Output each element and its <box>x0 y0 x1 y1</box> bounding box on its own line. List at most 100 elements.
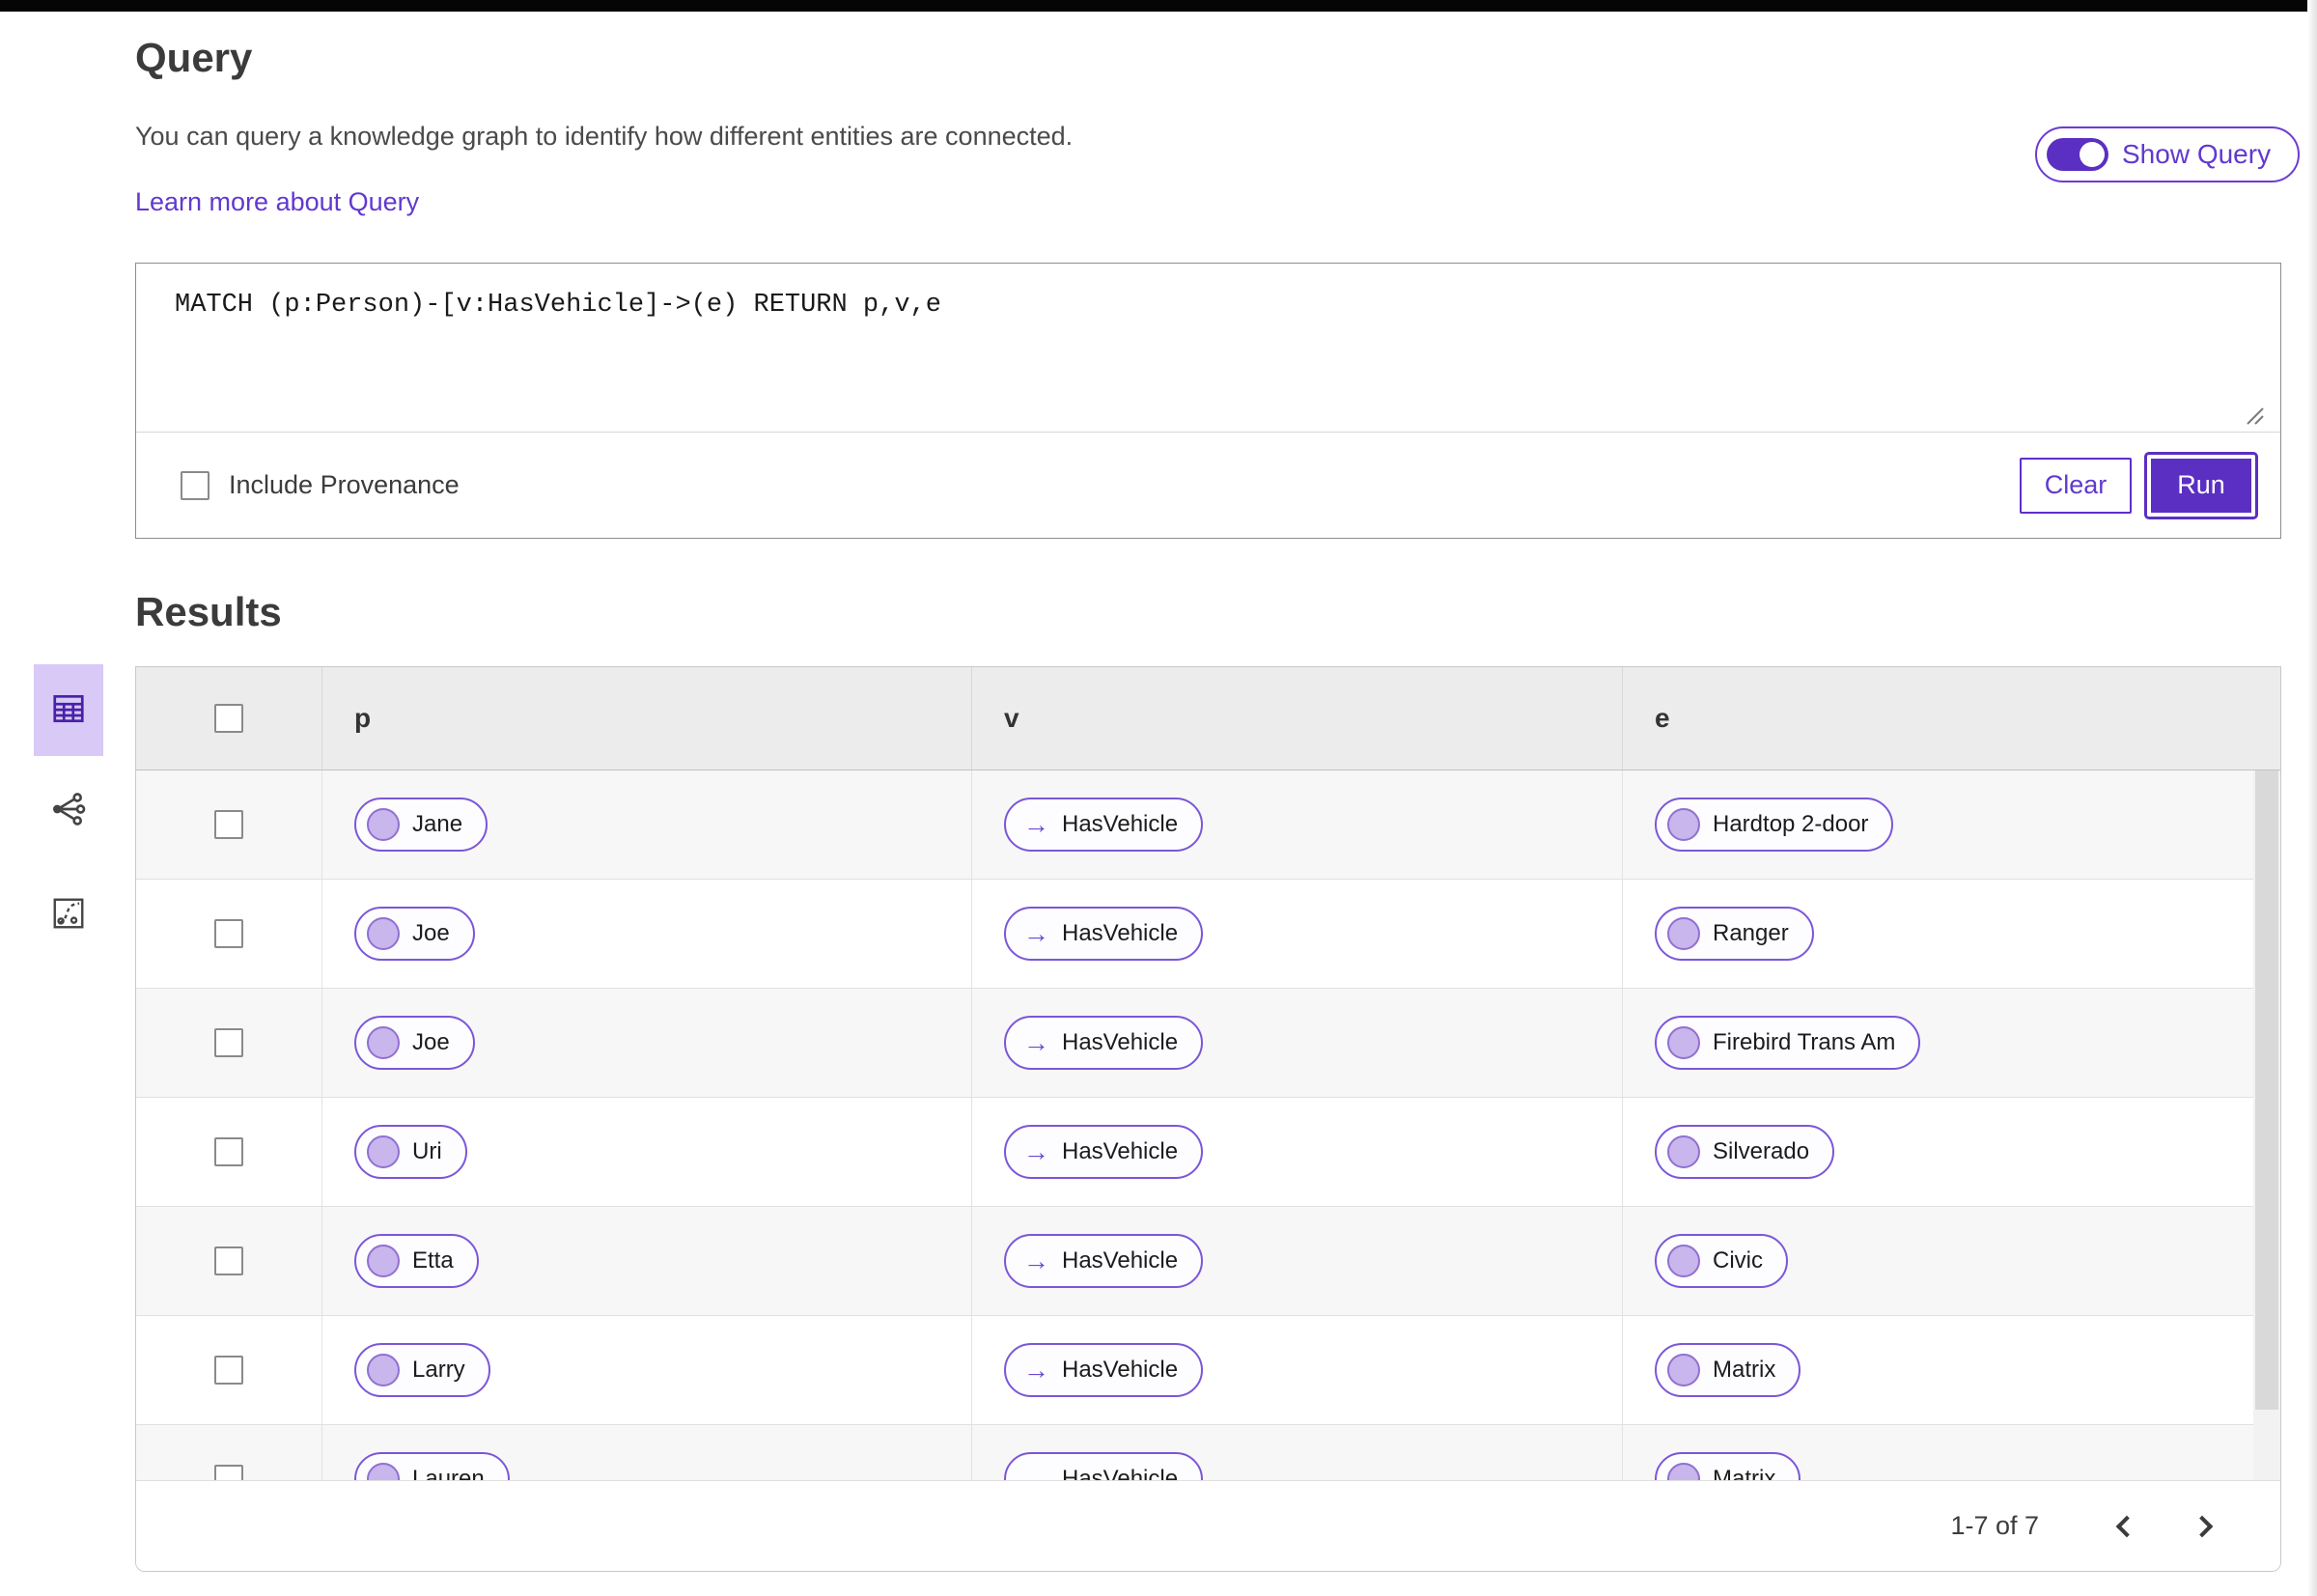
table-row: Joe → HasVehicle Firebird Trans Am <box>136 989 2280 1098</box>
edge-pill[interactable]: → HasVehicle <box>1004 798 1204 852</box>
next-page-button[interactable] <box>2178 1502 2226 1551</box>
table-row: Etta → HasVehicle Civic <box>136 1207 2280 1316</box>
table-icon <box>50 690 87 730</box>
node-pill[interactable]: Firebird Trans Am <box>1655 1016 1921 1070</box>
graph-view-button[interactable] <box>34 778 103 842</box>
node-pill[interactable]: Jane <box>354 798 489 852</box>
node-pill[interactable]: Etta <box>354 1234 479 1288</box>
table-header-row: p v e <box>136 667 2280 770</box>
results-title: Results <box>135 589 282 634</box>
table-row: Uri → HasVehicle Silverado <box>136 1098 2280 1207</box>
toggle-on-icon <box>2047 138 2108 171</box>
node-label: Larry <box>412 1357 465 1383</box>
run-button[interactable]: Run <box>2144 451 2258 519</box>
table-rows: Jane → HasVehicle Hardtop 2-door Joe → H… <box>136 770 2280 1480</box>
select-row-checkbox[interactable] <box>214 1028 243 1057</box>
edge-pill[interactable]: → HasVehicle <box>1004 1016 1204 1070</box>
node-pill[interactable]: Hardtop 2-door <box>1655 798 1894 852</box>
table-row: Joe → HasVehicle Ranger <box>136 880 2280 989</box>
table-row: Larry → HasVehicle Matrix <box>136 1316 2280 1425</box>
node-icon <box>1667 1135 1700 1168</box>
edge-label: HasVehicle <box>1062 1138 1179 1164</box>
chart-view-button[interactable] <box>34 881 103 948</box>
chevron-right-icon <box>2191 1515 2214 1537</box>
edge-pill[interactable]: → HasVehicle <box>1004 1452 1204 1480</box>
node-pill[interactable]: Lauren <box>354 1452 510 1480</box>
node-label: Joe <box>412 1029 450 1055</box>
include-provenance-label: Include Provenance <box>229 470 460 499</box>
select-row-checkbox[interactable] <box>214 1356 243 1385</box>
node-pill[interactable]: Joe <box>354 1016 475 1070</box>
show-query-label: Show Query <box>2122 139 2272 169</box>
node-icon <box>1667 1026 1700 1059</box>
edge-arrow-icon: → <box>1023 1246 1049 1275</box>
edge-pill[interactable]: → HasVehicle <box>1004 1125 1204 1179</box>
edge-arrow-icon: → <box>1023 809 1049 839</box>
learn-more-link[interactable]: Learn more about Query <box>135 187 419 217</box>
node-label: Uri <box>412 1138 442 1164</box>
node-pill[interactable]: Larry <box>354 1343 490 1397</box>
edge-arrow-icon: → <box>1023 1027 1049 1057</box>
node-pill[interactable]: Joe <box>354 907 475 961</box>
table-view-button[interactable] <box>34 664 103 756</box>
edge-label: HasVehicle <box>1062 811 1179 837</box>
table-scrollbar[interactable] <box>2255 770 2278 1410</box>
show-query-toggle[interactable]: Show Query <box>2035 126 2301 182</box>
node-icon <box>367 808 400 841</box>
node-label: Joe <box>412 920 450 946</box>
column-header-e: e <box>1655 703 1670 733</box>
edge-pill[interactable]: → HasVehicle <box>1004 907 1204 961</box>
node-label: Firebird Trans Am <box>1713 1029 1896 1055</box>
select-row-checkbox[interactable] <box>214 919 243 948</box>
network-icon <box>49 790 88 831</box>
query-description: You can query a knowledge graph to ident… <box>135 122 1074 151</box>
node-pill[interactable]: Civic <box>1655 1234 1788 1288</box>
node-icon <box>367 1245 400 1277</box>
toggle-knob <box>2080 142 2105 167</box>
node-pill[interactable]: Matrix <box>1655 1343 1801 1397</box>
node-pill[interactable]: Silverado <box>1655 1125 1835 1179</box>
edge-label: HasVehicle <box>1062 1029 1179 1055</box>
node-pill[interactable]: Matrix <box>1655 1452 1801 1480</box>
node-icon <box>1667 808 1700 841</box>
results-table-card: p v e Jane → HasVehicle Hardtop 2-door J… <box>135 666 2281 1572</box>
pagination-range-label: 1-7 of 7 <box>1950 1511 2039 1540</box>
select-all-checkbox[interactable] <box>214 704 243 733</box>
select-row-checkbox[interactable] <box>214 1246 243 1275</box>
edge-pill[interactable]: → HasVehicle <box>1004 1234 1204 1288</box>
node-icon <box>1667 1354 1700 1386</box>
chart-icon <box>50 895 87 935</box>
node-pill[interactable]: Uri <box>354 1125 467 1179</box>
node-label: Lauren <box>412 1466 485 1480</box>
clear-button[interactable]: Clear <box>2020 457 2132 514</box>
node-label: Hardtop 2-door <box>1713 811 1869 837</box>
select-row-checkbox[interactable] <box>214 810 243 839</box>
query-panel: MATCH (p:Person)-[v:HasVehicle]->(e) RET… <box>135 263 2281 539</box>
select-row-checkbox[interactable] <box>214 1137 243 1166</box>
select-row-checkbox[interactable] <box>214 1465 243 1480</box>
page-title: Query <box>135 35 253 80</box>
column-header-v: v <box>972 667 1623 770</box>
edge-label: HasVehicle <box>1062 1247 1179 1274</box>
textarea-resize-handle-icon[interactable] <box>2240 405 2265 431</box>
edge-label: HasVehicle <box>1062 1357 1179 1383</box>
node-label: Civic <box>1713 1247 1763 1274</box>
node-icon <box>367 917 400 950</box>
edge-label: HasVehicle <box>1062 1466 1179 1480</box>
node-label: Ranger <box>1713 920 1789 946</box>
edge-arrow-icon: → <box>1023 1136 1049 1166</box>
query-panel-footer: Include Provenance Clear Run <box>136 432 2280 538</box>
query-input[interactable]: MATCH (p:Person)-[v:HasVehicle]->(e) RET… <box>136 264 2280 433</box>
table-row: Lauren → HasVehicle Matrix <box>136 1425 2280 1480</box>
include-provenance-checkbox[interactable] <box>181 470 209 500</box>
window-right-edge <box>2307 0 2317 1596</box>
node-icon <box>367 1026 400 1059</box>
edge-pill[interactable]: → HasVehicle <box>1004 1343 1204 1397</box>
column-header-p: p <box>322 667 972 770</box>
edge-label: HasVehicle <box>1062 920 1179 946</box>
pagination-bar: 1-7 of 7 <box>136 1480 2280 1571</box>
node-icon <box>1667 1463 1700 1480</box>
table-row: Jane → HasVehicle Hardtop 2-door <box>136 770 2280 880</box>
previous-page-button[interactable] <box>2103 1502 2151 1551</box>
node-pill[interactable]: Ranger <box>1655 907 1814 961</box>
